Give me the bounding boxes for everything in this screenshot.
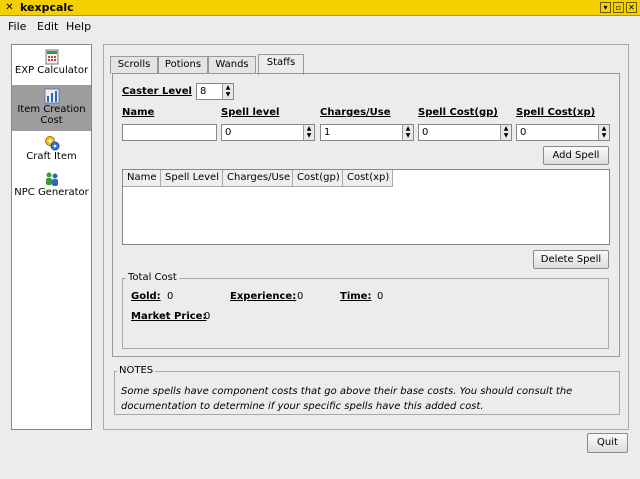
quit-button[interactable]: Quit	[587, 433, 628, 453]
menu-edit[interactable]: Edit	[37, 20, 58, 33]
column-header-cost-gp[interactable]: Cost(gp)	[293, 170, 343, 187]
tab-scrolls[interactable]: Scrolls	[110, 56, 158, 74]
delete-spell-button[interactable]: Delete Spell	[533, 250, 609, 269]
sidebar-item-exp-calculator[interactable]: EXP Calculator	[12, 49, 91, 85]
spin-down-icon[interactable]: ▼	[304, 132, 314, 139]
tab-potions[interactable]: Potions	[158, 56, 208, 74]
spell-level-value: 0	[225, 127, 232, 138]
menu-help[interactable]: Help	[66, 20, 91, 33]
sidebar-item-craft-item[interactable]: Craft Item	[12, 135, 91, 169]
chart-icon	[44, 88, 59, 104]
spells-table[interactable]: Name Spell Level Charges/Use Cost(gp) Co…	[122, 169, 610, 245]
minimize-icon[interactable]: ▾	[600, 2, 611, 13]
sidebar-item-label: NPC Generator	[14, 187, 89, 198]
close-icon[interactable]: ✕	[626, 2, 637, 13]
sidebar-item-label: Item Creation Cost	[17, 104, 86, 126]
caster-level-label: Caster Level	[122, 86, 192, 97]
spell-cost-xp-label: Spell Cost(xp)	[516, 107, 596, 118]
title-bar[interactable]: ✕ kexpcalc ▾ ▫ ✕	[0, 0, 640, 16]
add-spell-button[interactable]: Add Spell	[543, 146, 609, 165]
column-header-name[interactable]: Name	[123, 170, 161, 187]
gears-icon	[44, 136, 59, 151]
tab-staffs[interactable]: Staffs	[258, 54, 304, 75]
experience-label: Experience:	[230, 291, 297, 302]
name-label: Name	[122, 107, 155, 118]
spin-up-icon[interactable]: ▲	[403, 125, 413, 132]
calculator-icon	[45, 49, 58, 65]
maximize-icon[interactable]: ▫	[613, 2, 624, 13]
charges-use-label: Charges/Use	[320, 107, 391, 118]
name-input[interactable]	[122, 124, 217, 141]
column-header-charges-use[interactable]: Charges/Use	[223, 170, 293, 187]
spell-cost-xp-value: 0	[520, 127, 527, 138]
spell-cost-gp-label: Spell Cost(gp)	[418, 107, 498, 118]
gold-label: Gold:	[131, 291, 161, 302]
people-icon	[45, 172, 58, 186]
time-value: 0	[377, 291, 384, 302]
spell-cost-gp-value: 0	[422, 127, 429, 138]
sidebar-item-label: Craft Item	[26, 151, 77, 162]
spell-level-label: Spell level	[221, 107, 280, 118]
market-price-label: Market Price:	[131, 311, 207, 322]
charges-use-value: 1	[324, 127, 331, 138]
window-title: kexpcalc	[20, 1, 74, 14]
spin-down-icon[interactable]: ▼	[501, 132, 511, 139]
spin-up-icon[interactable]: ▲	[304, 125, 314, 132]
experience-value: 0	[297, 291, 304, 302]
notes-text: Some spells have component costs that go…	[121, 386, 573, 412]
menu-bar: File Edit Help	[0, 17, 640, 35]
market-price-value: 0	[204, 311, 211, 322]
spell-cost-gp-spinbox[interactable]: 0 ▲ ▼	[418, 124, 512, 141]
menu-file[interactable]: File	[8, 20, 26, 33]
spin-up-icon[interactable]: ▲	[599, 125, 609, 132]
tab-wands[interactable]: Wands	[208, 56, 256, 74]
caster-level-spinbox[interactable]: 8 ▲ ▼	[196, 83, 234, 100]
x-close-icon: ✕	[5, 2, 14, 13]
column-header-spell-level[interactable]: Spell Level	[161, 170, 223, 187]
caster-level-value: 8	[200, 86, 207, 97]
spin-up-icon[interactable]: ▲	[501, 125, 511, 132]
sidebar-item-npc-generator[interactable]: NPC Generator	[12, 171, 91, 205]
spell-level-spinbox[interactable]: 0 ▲ ▼	[221, 124, 315, 141]
sidebar-item-item-creation-cost[interactable]: Item Creation Cost	[12, 85, 91, 131]
column-header-cost-xp[interactable]: Cost(xp)	[343, 170, 393, 187]
gold-value: 0	[167, 291, 174, 302]
total-cost-title: Total Cost	[126, 272, 179, 283]
spell-cost-xp-spinbox[interactable]: 0 ▲ ▼	[516, 124, 610, 141]
charges-use-spinbox[interactable]: 1 ▲ ▼	[320, 124, 414, 141]
time-label: Time:	[340, 291, 372, 302]
sidebar-item-label: EXP Calculator	[14, 65, 89, 76]
spin-down-icon[interactable]: ▼	[223, 91, 233, 98]
spin-up-icon[interactable]: ▲	[223, 84, 233, 91]
spin-down-icon[interactable]: ▼	[599, 132, 609, 139]
spin-down-icon[interactable]: ▼	[403, 132, 413, 139]
sidebar: EXP Calculator Item Creation Cost Craft …	[11, 44, 92, 430]
notes-title: NOTES	[117, 365, 156, 376]
